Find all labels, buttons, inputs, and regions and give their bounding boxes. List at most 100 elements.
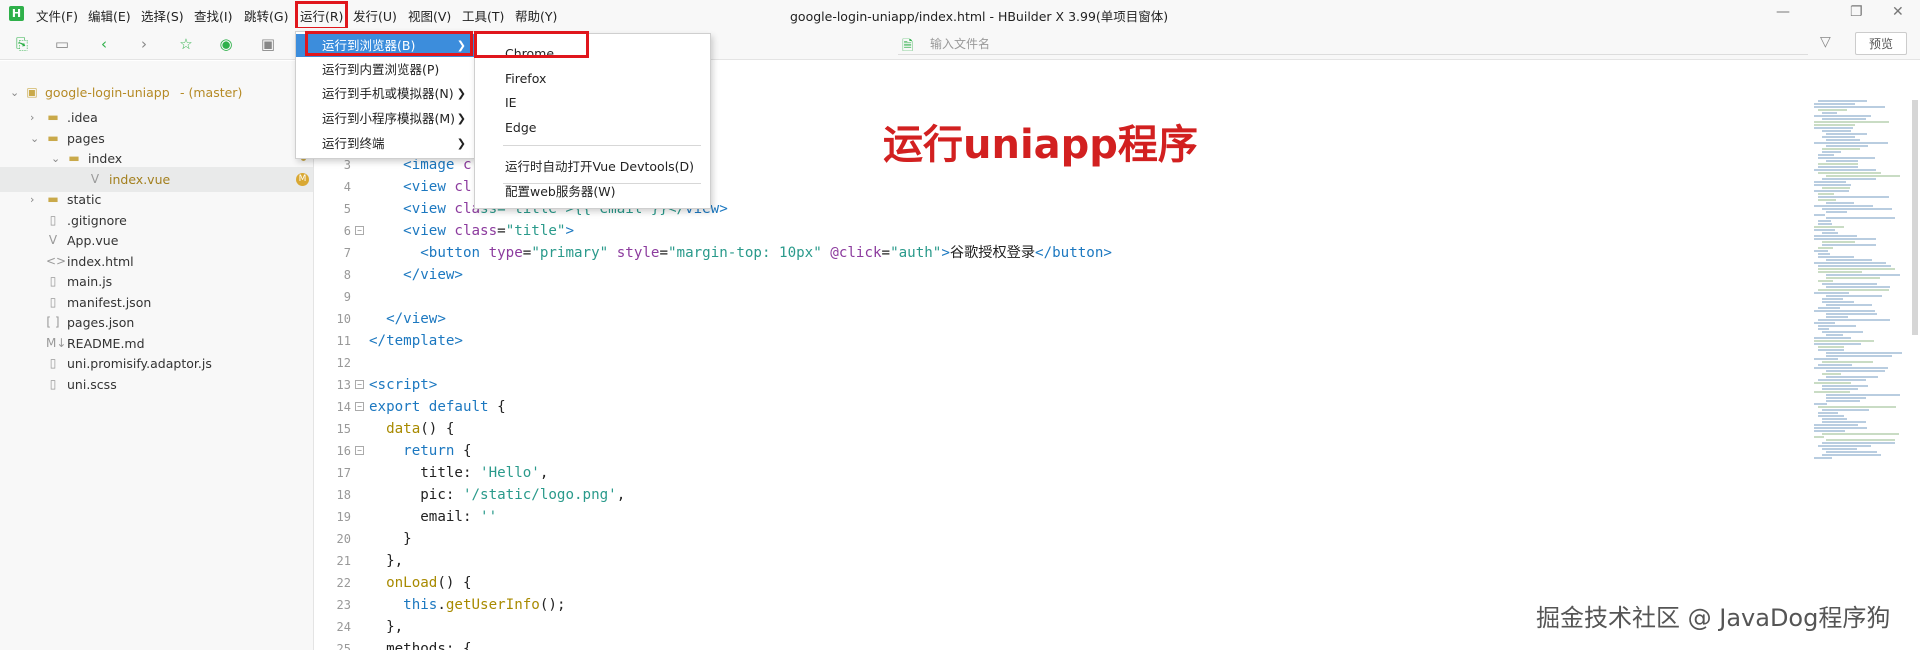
submenu-webserver[interactable]: 配置web服务器(W) [475, 181, 710, 203]
minimap-line [1818, 289, 1889, 291]
tree-file[interactable]: ▯ uni.scss [0, 372, 313, 397]
minimap-line [1814, 457, 1832, 459]
browser-submenu: Chrome Firefox IE Edge 运行时自动打开Vue Devtoo… [474, 33, 711, 209]
submenu-divider [503, 145, 701, 146]
code-line[interactable]: 7 <button type="primary" style="margin-t… [315, 242, 1810, 264]
menu-file[interactable]: 文件(F) [36, 6, 78, 25]
code-token: "primary" [531, 245, 617, 261]
code-line[interactable]: 15 data() { [315, 418, 1810, 440]
menu-edit[interactable]: 编辑(E) [88, 6, 131, 25]
filter-icon[interactable]: ▽ [1820, 34, 1831, 50]
code-line[interactable]: 9 [315, 286, 1810, 308]
menu-publish[interactable]: 发行(U) [353, 6, 397, 25]
code-line[interactable]: 21 }, [315, 550, 1810, 572]
code-line[interactable]: 8 </view> [315, 264, 1810, 286]
submenu-vue-devtools[interactable]: 运行时自动打开Vue Devtools(D) [475, 156, 710, 178]
minimap-line [1818, 319, 1890, 321]
run-menu-terminal[interactable]: 运行到终端 ❯ [296, 132, 474, 155]
code-line[interactable]: 14− export default { [315, 396, 1810, 418]
submenu-ie[interactable]: IE [475, 92, 710, 114]
run-icon[interactable]: ◉ [216, 34, 236, 54]
menu-goto[interactable]: 跳转(G) [244, 6, 288, 25]
code-token: export default [369, 399, 498, 415]
minimap-line [1818, 379, 1866, 381]
fold-icon[interactable]: − [355, 446, 364, 455]
line-number: 25 [336, 642, 351, 650]
close-icon[interactable]: ✕ [1892, 4, 1904, 20]
code-line[interactable]: 16− return { [315, 440, 1810, 462]
scrollbar[interactable] [1912, 100, 1918, 335]
code-text: this.getUserInfo(); [369, 594, 565, 616]
forward-icon[interactable]: › [134, 34, 154, 54]
minimap-line [1826, 352, 1902, 354]
line-number: 9 [343, 290, 351, 304]
code-token: 'Hello' [480, 465, 540, 481]
minimap-line [1818, 109, 1847, 111]
code-line[interactable]: 22 onLoad() { [315, 572, 1810, 594]
menu-tools[interactable]: 工具(T) [462, 6, 504, 25]
minimap-line [1822, 433, 1899, 435]
code-line[interactable]: 25 methods: { [315, 638, 1810, 650]
bookmark-icon[interactable]: ☆ [176, 34, 196, 54]
tree-root[interactable]: ⌄ ▣ google-login-uniapp - (master) [0, 80, 313, 105]
fold-icon[interactable]: − [355, 402, 364, 411]
minimap-line [1818, 166, 1858, 168]
save-icon[interactable]: ▭ [52, 34, 72, 54]
menu-find[interactable]: 查找(I) [194, 6, 232, 25]
minimap-line [1822, 283, 1877, 285]
new-file-icon[interactable]: ⎘ [12, 34, 32, 54]
code-line[interactable]: 6− <view class="title"> [315, 220, 1810, 242]
code-text: onLoad() { [369, 572, 471, 594]
chevron-down-icon[interactable]: ⌄ [10, 80, 22, 105]
code-line[interactable]: 11 </template> [315, 330, 1810, 352]
submenu-firefox[interactable]: Firefox [475, 68, 710, 90]
minimap-line [1814, 121, 1889, 123]
fold-icon[interactable]: − [355, 380, 364, 389]
code-line[interactable]: 12 [315, 352, 1810, 374]
fold-icon[interactable]: − [355, 226, 364, 235]
code-line[interactable]: 20 } [315, 528, 1810, 550]
menu-help[interactable]: 帮助(Y) [515, 6, 557, 25]
preview-button[interactable]: 预览 [1855, 32, 1907, 55]
minimap[interactable] [1810, 100, 1920, 470]
menu-select[interactable]: 选择(S) [141, 6, 184, 25]
submenu-edge[interactable]: Edge [475, 117, 710, 139]
run-menu-miniprogram[interactable]: 运行到小程序模拟器(M) ❯ [296, 107, 474, 130]
code-token: "title" [505, 223, 566, 239]
run-menu-device[interactable]: 运行到手机或模拟器(N) ❯ [296, 82, 474, 105]
minimap-line [1814, 169, 1876, 171]
code-line[interactable]: 10 </view> [315, 308, 1810, 330]
minimap-line [1818, 265, 1891, 267]
run-menu-builtin-browser[interactable]: 运行到内置浏览器(P) [296, 58, 474, 81]
minimap-line [1818, 220, 1831, 222]
code-token: cl [454, 179, 472, 195]
restore-icon[interactable]: ❐ [1850, 4, 1863, 20]
file-search-input[interactable] [930, 33, 1810, 55]
minimap-line [1818, 223, 1832, 225]
minimap-line [1826, 139, 1860, 141]
code-line[interactable]: 19 email: '' [315, 506, 1810, 528]
code-token: </view> [386, 311, 446, 327]
code-line[interactable]: 13− <script> [315, 374, 1810, 396]
minimap-line [1826, 259, 1872, 261]
minimap-line [1818, 280, 1833, 282]
line-number: 12 [336, 356, 351, 370]
code-line[interactable]: 17 title: 'Hello', [315, 462, 1810, 484]
minimize-icon[interactable]: — [1776, 4, 1790, 20]
menu-run[interactable]: 运行(R) [294, 1, 349, 30]
code-token: , [539, 465, 549, 481]
project-icon[interactable]: ▣ [258, 34, 278, 54]
back-icon[interactable]: ‹ [94, 34, 114, 54]
code-text: }, [369, 616, 403, 638]
line-number: 5 [343, 202, 351, 216]
menu-view[interactable]: 视图(V) [408, 6, 451, 25]
git-branch: - (master) [180, 85, 243, 100]
code-line[interactable]: 18 pic: '/static/logo.png', [315, 484, 1810, 506]
menu-bar: H 文件(F) 编辑(E) 选择(S) 查找(I) 跳转(G) 运行(R) 发行… [0, 0, 1920, 30]
minimap-line [1814, 250, 1828, 252]
code-token: type [488, 245, 523, 261]
minimap-line [1826, 133, 1867, 135]
code-token: <view [403, 223, 455, 239]
minimap-line [1822, 409, 1869, 411]
minimap-line [1818, 271, 1862, 273]
